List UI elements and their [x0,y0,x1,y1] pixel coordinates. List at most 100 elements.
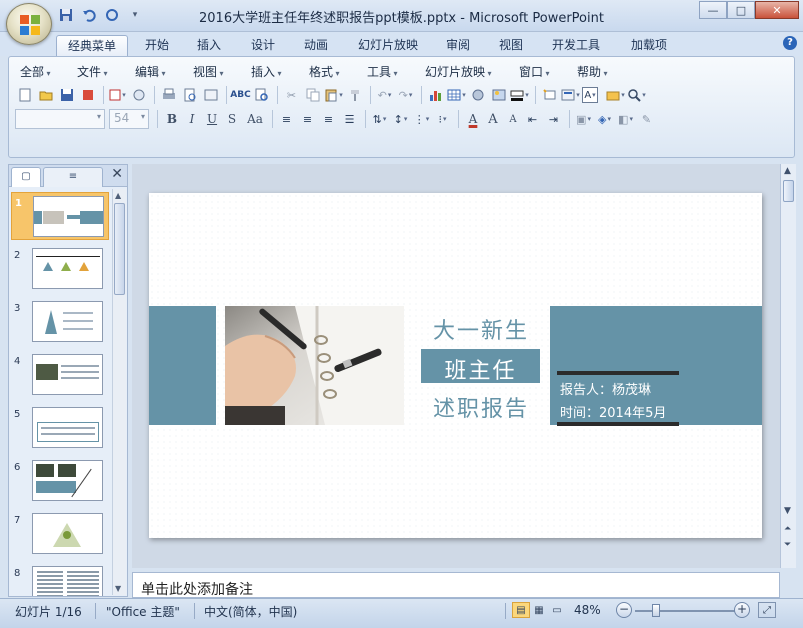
zoom-slider-thumb[interactable] [652,604,660,617]
tab-developer[interactable]: 开发工具 [543,35,609,56]
slide-scrollbar[interactable]: ▲ ▼ ⏶ ⏷ [780,164,796,568]
normal-view-icon[interactable]: ▤ [512,602,530,618]
close-button[interactable]: ✕ [755,1,799,19]
insert-picture-icon[interactable] [489,86,508,105]
align-center-icon[interactable]: ≡ [298,110,317,129]
title-line-2-box[interactable]: 班主任 [421,349,540,384]
slideshow-view-icon[interactable]: ▭ [548,602,566,618]
menu-insert[interactable]: 插入 [251,63,282,80]
bullets-icon[interactable]: ⁝ [433,110,452,129]
tab-review[interactable]: 审阅 [435,35,481,56]
cut-icon[interactable]: ✂ [282,86,301,105]
shrink-font-button[interactable]: A [503,114,523,125]
zoom-out-button[interactable]: − [616,602,632,618]
thumbnail-2[interactable]: 2 [11,245,109,293]
line-spacing-icon[interactable]: ↕ [391,110,410,129]
tab-view[interactable]: 视图 [488,35,534,56]
thumbnail-5[interactable]: 5 [11,404,109,452]
textbox-icon[interactable]: A [582,87,598,103]
date-text[interactable]: 时间：2014年5月 [560,402,666,421]
text-shadow-button[interactable]: S [222,112,242,126]
thumbnail-7[interactable]: 7 [11,510,109,558]
slide-canvas[interactable]: 大一新生 班主任 述职报告 报告人：杨茂琳 时间：2014年5月 [149,193,762,538]
close-icon[interactable]: ✕ [111,166,123,182]
tab-slideshow[interactable]: 幻灯片放映 [349,35,427,56]
thumbnail-4[interactable]: 4 [11,351,109,399]
grow-font-button[interactable]: A [483,112,503,127]
menu-file[interactable]: 文件 [77,63,108,80]
open-folder-icon[interactable] [36,86,55,105]
language-status[interactable]: 中文(简体，中国) [204,603,297,620]
menu-tools[interactable]: 工具 [367,63,398,80]
menu-help[interactable]: 帮助 [577,63,608,80]
tab-design[interactable]: 设计 [240,35,286,56]
office-button[interactable] [6,3,52,45]
tab-animation[interactable]: 动画 [293,35,339,56]
underline-button[interactable]: U [202,112,222,126]
arrange-icon[interactable]: ▣ [574,110,593,129]
outline-tab[interactable]: ≡ [43,167,103,187]
scroll-down-icon[interactable]: ▼ [115,584,121,593]
notes-pane[interactable]: 单击此处添加备注 [132,572,780,598]
menu-window[interactable]: 窗口 [519,63,550,80]
preview-icon[interactable] [180,86,199,105]
slide-sorter-icon[interactable]: ▦ [530,602,548,618]
thumbnail-1[interactable]: 1 [11,192,109,240]
zoom-level[interactable]: 48% [574,603,601,617]
menu-all[interactable]: 全部 [20,63,51,80]
menu-edit[interactable]: 编辑 [135,63,166,80]
shape-fill-icon[interactable]: ◧ [616,110,635,129]
notebook-photo[interactable] [225,306,404,425]
copy-icon[interactable] [303,86,322,105]
menu-view[interactable]: 视图 [193,63,224,80]
slide-layout-icon[interactable] [201,86,220,105]
permission-icon[interactable] [78,86,97,105]
maximize-button[interactable]: □ [727,1,755,19]
change-case-button[interactable]: Aa [242,112,268,126]
next-slide-icon[interactable]: ⏷ [784,540,791,550]
shape-outline-icon[interactable]: ✎ [637,110,656,129]
numbering-icon[interactable]: ⋮ [412,110,431,129]
slides-tab[interactable]: ▢ [11,167,41,187]
thumbnail-3[interactable]: 3 [11,298,109,346]
font-color-button[interactable]: A [463,112,483,126]
scroll-up-icon[interactable]: ▲ [784,166,791,176]
new-document-icon[interactable] [15,86,34,105]
title-line-1[interactable]: 大一新生 [421,313,541,345]
tab-home[interactable]: 开始 [134,35,180,56]
reporter-text[interactable]: 报告人：杨茂琳 [560,379,651,398]
scroll-thumb[interactable] [783,180,794,202]
notes-placeholder[interactable]: 单击此处添加备注 [141,579,253,599]
text-direction-icon[interactable]: ⇅ [370,110,389,129]
insert-table-icon[interactable] [447,86,466,105]
undo-icon[interactable]: ↶ [375,86,394,105]
fill-color-icon[interactable] [510,86,529,105]
publish-icon[interactable] [129,86,148,105]
bold-button[interactable]: B [162,112,182,126]
font-name-combo[interactable] [15,109,105,129]
tab-classic-menu[interactable]: 经典菜单 [56,35,128,56]
thumbnail-6[interactable]: 6 [11,457,109,505]
insert-chart-icon[interactable] [426,86,445,105]
menu-format[interactable]: 格式 [309,63,340,80]
align-left-icon[interactable]: ≡ [277,110,296,129]
previous-slide-icon[interactable]: ⏶ [784,524,791,534]
research-icon[interactable] [252,86,271,105]
spelling-icon[interactable]: ABC [230,86,250,105]
thumbnail-scrollbar[interactable]: ▲ ▼ [112,189,126,595]
quick-styles-icon[interactable]: ◈ [595,110,614,129]
save-icon[interactable] [57,86,76,105]
tab-addins[interactable]: 加载项 [621,35,677,56]
align-right-icon[interactable]: ≡ [319,110,338,129]
fit-window-icon[interactable]: ⤢ [758,602,776,618]
minimize-button[interactable]: — [699,1,727,19]
justify-icon[interactable]: ☰ [340,110,359,129]
increase-indent-icon[interactable]: ⇥ [544,110,563,129]
print-icon[interactable] [159,86,178,105]
new-slide-icon[interactable] [540,86,559,105]
decrease-indent-icon[interactable]: ⇤ [523,110,542,129]
paste-icon[interactable] [324,86,343,105]
find-icon[interactable] [627,86,646,105]
thumbnail-8[interactable]: 8 [11,563,109,596]
help-icon[interactable]: ? [783,36,797,50]
